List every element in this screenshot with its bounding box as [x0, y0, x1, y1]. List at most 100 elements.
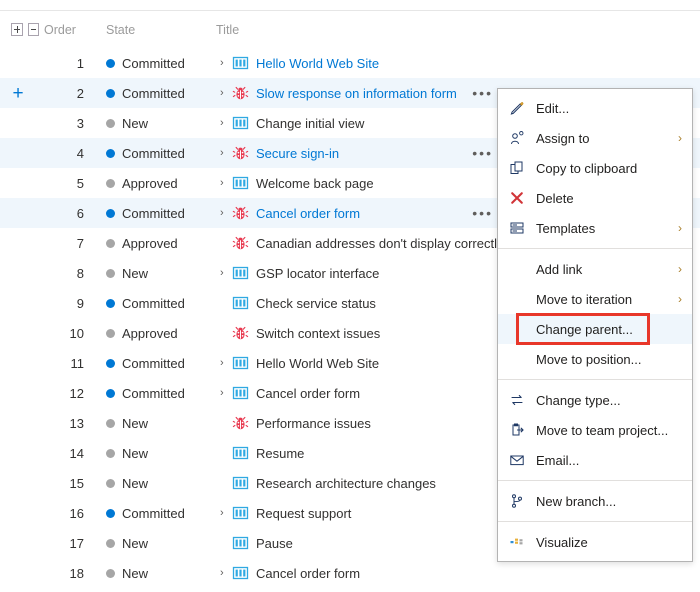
menu-item-label: Email... — [536, 452, 580, 468]
expand-all-button[interactable] — [11, 23, 23, 36]
move-project-icon — [512, 423, 524, 436]
chevron-right-icon[interactable]: › — [220, 177, 232, 189]
cell-order: 6 — [76, 205, 84, 221]
menu-item-label: Copy to clipboard — [536, 160, 638, 176]
pencil-icon — [510, 102, 524, 115]
state-label: New — [122, 535, 149, 551]
column-header-order[interactable]: Order — [44, 23, 106, 37]
menu-item-email[interactable]: Email... — [498, 445, 692, 475]
cell-order: 14 — [69, 445, 84, 461]
cell-state: Committed — [106, 356, 216, 371]
menu-item-templates[interactable]: Templates › — [498, 213, 692, 243]
menu-separator — [498, 480, 692, 481]
work-item-title[interactable]: Cancel order form — [256, 386, 360, 401]
cell-order: 18 — [69, 565, 84, 581]
cell-state: Committed — [106, 206, 216, 221]
state-dot-icon — [106, 448, 115, 458]
context-menu: Edit... Assign to › Copy to clipboard Delete… — [497, 88, 693, 562]
chevron-right-icon[interactable]: › — [220, 117, 232, 129]
row-context-menu-button[interactable]: ••• — [472, 146, 493, 160]
chevron-right-icon[interactable]: › — [220, 57, 232, 69]
chevron-right-icon[interactable]: › — [220, 207, 232, 219]
cell-order: 9 — [76, 295, 84, 311]
menu-item-move-to-position[interactable]: Move to position... — [498, 344, 692, 374]
menu-item-change-type[interactable]: Change type... — [498, 385, 692, 415]
menu-item-new-branch[interactable]: New branch... — [498, 486, 692, 516]
table-row[interactable]: 1 Committed › Hello World Web Site — [0, 48, 700, 78]
add-child-plus-icon[interactable]: + — [12, 84, 23, 103]
state-dot-icon — [106, 88, 115, 98]
collapse-all-button[interactable] — [27, 23, 39, 36]
cell-state: New — [106, 416, 216, 431]
state-label: Committed — [122, 385, 185, 401]
state-dot-icon — [106, 388, 115, 398]
row-context-menu-button[interactable]: ••• — [472, 206, 493, 220]
cell-state: Committed — [106, 296, 216, 311]
work-item-title[interactable]: Hello World Web Site — [256, 56, 379, 71]
work-item-title[interactable]: Cancel order form — [256, 566, 360, 581]
work-item-title[interactable]: Switch context issues — [256, 326, 380, 341]
feature-icon — [232, 476, 249, 490]
menu-item-label: New branch... — [536, 493, 617, 509]
work-item-title[interactable]: Research architecture changes — [256, 476, 436, 491]
menu-item-delete[interactable]: Delete — [498, 183, 692, 213]
menu-item-label: Move to team project... — [536, 422, 669, 438]
work-item-title[interactable]: Pause — [256, 536, 293, 551]
menu-item-move-to-team[interactable]: Move to team project... — [498, 415, 692, 445]
menu-separator — [498, 379, 692, 380]
work-item-title[interactable]: Slow response on information form — [256, 86, 457, 101]
state-dot-icon — [106, 538, 115, 548]
state-label: New — [122, 565, 149, 581]
menu-item-add-link[interactable]: Add link › — [498, 254, 692, 284]
menu-item-visualize[interactable]: Visualize — [498, 527, 692, 557]
cell-state: New — [106, 266, 216, 281]
column-header-state[interactable]: State — [106, 23, 216, 37]
chevron-right-icon[interactable]: › — [220, 567, 232, 579]
state-dot-icon — [106, 58, 115, 68]
state-label: Committed — [122, 205, 185, 221]
cell-state: New — [106, 116, 216, 131]
feature-icon — [232, 266, 249, 280]
work-item-title[interactable]: Canadian addresses don't display correct… — [256, 236, 503, 251]
chevron-right-icon[interactable]: › — [220, 267, 232, 279]
work-item-title[interactable]: Cancel order form — [256, 206, 360, 221]
chevron-right-icon[interactable]: › — [220, 87, 232, 99]
cell-order: 10 — [69, 325, 84, 341]
state-label: New — [122, 265, 149, 281]
work-item-title[interactable]: GSP locator interface — [256, 266, 379, 281]
work-item-title[interactable]: Change initial view — [256, 116, 364, 131]
menu-separator — [498, 521, 692, 522]
menu-item-copy-to-clipboard[interactable]: Copy to clipboard — [498, 153, 692, 183]
chevron-right-icon[interactable]: › — [220, 357, 232, 369]
pencil-icon — [506, 100, 528, 116]
work-item-title[interactable]: Request support — [256, 506, 351, 521]
feature-icon — [232, 386, 249, 400]
state-label: New — [122, 115, 149, 131]
row-context-menu-button[interactable]: ••• — [472, 86, 493, 100]
work-item-title[interactable]: Hello World Web Site — [256, 356, 379, 371]
cell-state: Approved — [106, 176, 216, 191]
column-header-title[interactable]: Title — [216, 23, 700, 37]
submenu-chevron-icon: › — [678, 221, 682, 235]
bug-icon — [232, 206, 249, 220]
cell-order: 5 — [76, 175, 84, 191]
work-item-title[interactable]: Check service status — [256, 296, 376, 311]
menu-item-move-to-iteration[interactable]: Move to iteration › — [498, 284, 692, 314]
work-item-title[interactable]: Performance issues — [256, 416, 371, 431]
work-item-title[interactable]: Secure sign-in — [256, 146, 339, 161]
menu-item-assign-to[interactable]: Assign to › — [498, 123, 692, 153]
menu-item-edit[interactable]: Edit... — [498, 93, 692, 123]
feature-icon — [232, 536, 249, 550]
chevron-right-icon[interactable]: › — [220, 387, 232, 399]
state-dot-icon — [106, 358, 115, 368]
state-label: Approved — [122, 235, 178, 251]
menu-item-change-parent[interactable]: Change parent... — [498, 314, 692, 344]
work-item-title[interactable]: Welcome back page — [256, 176, 374, 191]
work-item-title[interactable]: Resume — [256, 446, 304, 461]
chevron-right-icon[interactable]: › — [220, 147, 232, 159]
table-row[interactable]: 18 New › Cancel order form — [0, 558, 700, 588]
state-dot-icon — [106, 178, 115, 188]
chevron-right-icon[interactable]: › — [220, 507, 232, 519]
state-label: Committed — [122, 145, 185, 161]
menu-item-label: Visualize — [536, 534, 588, 550]
